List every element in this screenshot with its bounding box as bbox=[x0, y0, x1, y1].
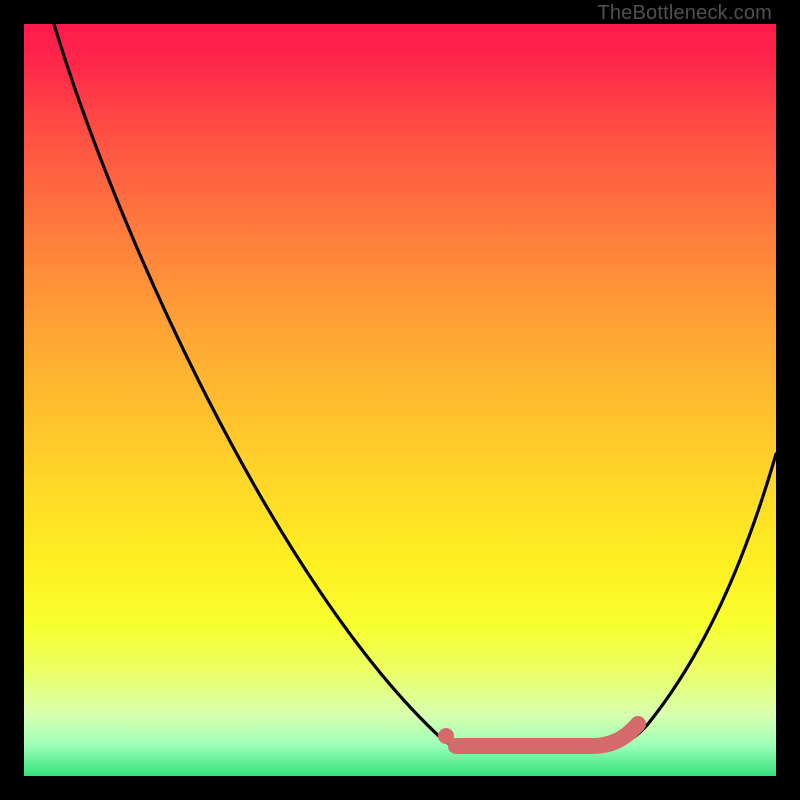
bottleneck-curve bbox=[54, 24, 776, 750]
curve-layer bbox=[24, 24, 776, 776]
plot-area bbox=[24, 24, 776, 776]
watermark-text: TheBottleneck.com bbox=[597, 2, 772, 25]
chart-container: TheBottleneck.com bbox=[0, 0, 800, 800]
curve-marker-dot bbox=[438, 728, 454, 744]
optimal-range-highlight bbox=[456, 724, 638, 746]
